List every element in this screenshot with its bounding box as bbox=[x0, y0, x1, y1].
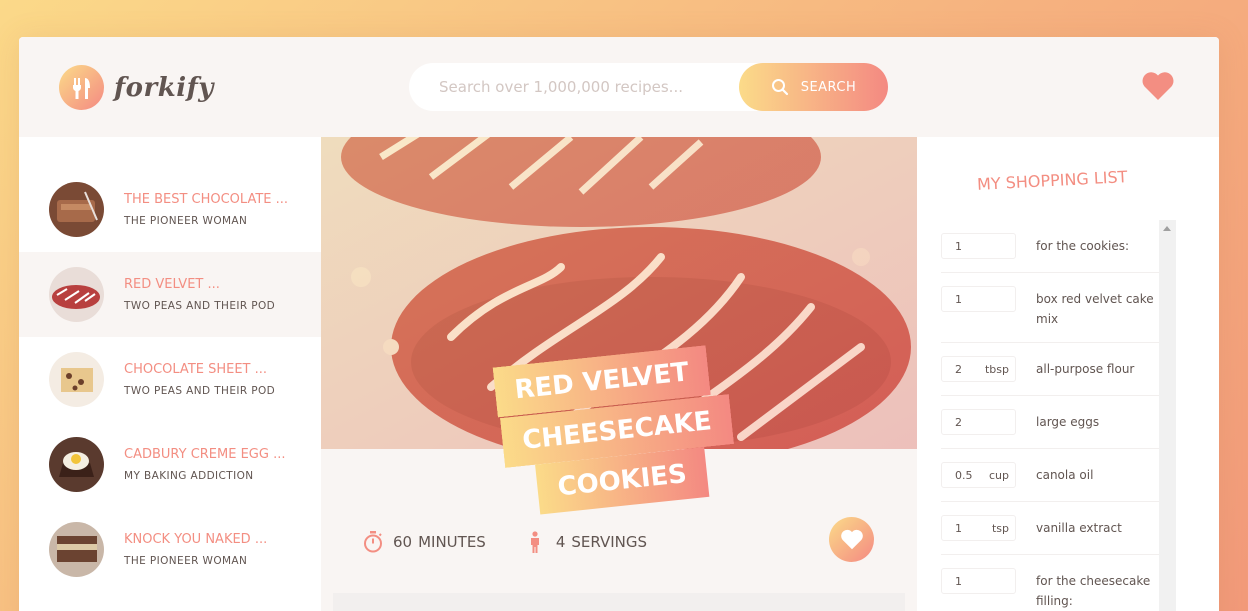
shopping-panel: MY SHOPPING LIST 1 for the cookies: 1 bo… bbox=[917, 137, 1219, 611]
shopping-unit: cup bbox=[988, 468, 1009, 482]
recipe-time: 60 MINUTES bbox=[363, 531, 486, 553]
shopping-desc: for the cookies: bbox=[1036, 239, 1130, 253]
result-item[interactable]: CADBURY CREME EGG ... MY BAKING ADDICTIO… bbox=[19, 422, 321, 507]
shopping-list: 1 for the cookies: 1 box red velvet cake… bbox=[941, 220, 1159, 611]
app-name: forkify bbox=[114, 72, 214, 103]
minutes-label: MINUTES bbox=[418, 533, 486, 551]
stopwatch-icon bbox=[364, 531, 382, 553]
result-title: KNOCK YOU NAKED ... bbox=[124, 532, 268, 547]
heart-icon[interactable] bbox=[1141, 71, 1175, 105]
shopping-count-input[interactable]: 1 bbox=[941, 233, 1016, 259]
result-title: THE BEST CHOCOLATE ... bbox=[124, 192, 289, 207]
shopping-unit: tbsp bbox=[984, 362, 1009, 376]
result-thumbnail bbox=[49, 352, 104, 407]
shopping-count: 2 bbox=[955, 415, 962, 429]
shopping-item: 2 large eggs bbox=[941, 396, 1159, 449]
result-title: CADBURY CREME EGG ... bbox=[124, 447, 286, 462]
shopping-item: 2 tbsp all-purpose flour bbox=[941, 343, 1159, 396]
recipe-details: 60 MINUTES 4 SERVINGS bbox=[363, 517, 883, 567]
result-title: RED VELVET ... bbox=[124, 277, 220, 292]
shopping-desc: all-purpose flour bbox=[1036, 362, 1135, 376]
shopping-count: 1 bbox=[955, 239, 962, 253]
shopping-count-input[interactable]: 1 tsp bbox=[941, 515, 1016, 541]
result-thumbnail bbox=[49, 182, 104, 237]
recipe-like-button[interactable] bbox=[829, 517, 874, 562]
minutes-value: 60 bbox=[393, 533, 413, 551]
shopping-count-input[interactable]: 2 bbox=[941, 409, 1016, 435]
shopping-desc: large eggs bbox=[1036, 415, 1100, 429]
result-thumbnail bbox=[49, 267, 104, 322]
result-author: TWO PEAS AND THEIR POD bbox=[124, 300, 276, 312]
search-button[interactable]: SEARCH bbox=[739, 63, 888, 111]
shopping-item: 1 tsp vanilla extract bbox=[941, 502, 1159, 555]
shopping-desc: for the cheesecake filling: bbox=[1036, 574, 1151, 608]
search-input[interactable] bbox=[439, 78, 729, 96]
recipe-ingredients-section bbox=[333, 593, 905, 611]
fork-knife-icon bbox=[59, 65, 104, 110]
shopping-count: 1 bbox=[955, 292, 962, 306]
result-thumbnail bbox=[49, 522, 104, 577]
shopping-item: 1 for the cookies: bbox=[941, 220, 1159, 273]
search-button-label: SEARCH bbox=[800, 79, 857, 95]
shopping-item: 1 for the cheesecake filling: bbox=[941, 555, 1159, 611]
search-icon bbox=[771, 79, 788, 96]
result-title: CHOCOLATE SHEET ... bbox=[124, 362, 268, 377]
shopping-scrollbar[interactable] bbox=[1159, 220, 1176, 611]
shopping-count: 1 bbox=[955, 574, 962, 588]
shopping-item: 0.5 cup canola oil bbox=[941, 449, 1159, 502]
shopping-count-input[interactable]: 0.5 cup bbox=[941, 462, 1016, 488]
search-form: SEARCH bbox=[409, 63, 888, 111]
result-author: THE PIONEER WOMAN bbox=[124, 555, 248, 567]
result-item[interactable]: RED VELVET ... TWO PEAS AND THEIR POD bbox=[19, 252, 321, 337]
shopping-desc: canola oil bbox=[1036, 468, 1094, 482]
result-author: MY BAKING ADDICTION bbox=[124, 470, 254, 482]
result-item[interactable]: KNOCK YOU NAKED ... THE PIONEER WOMAN bbox=[19, 507, 321, 592]
shopping-unit: tsp bbox=[991, 521, 1009, 535]
shopping-desc: vanilla extract bbox=[1036, 521, 1122, 535]
heart-icon bbox=[840, 529, 863, 550]
scroll-up-arrow-icon[interactable] bbox=[1163, 226, 1171, 231]
shopping-item: 1 box red velvet cake mix bbox=[941, 273, 1159, 343]
recipe-servings: 4 SERVINGS bbox=[528, 531, 647, 553]
recipe-panel: RED VELVET CHEESECAKE COOKIES 60 MINUTES bbox=[321, 137, 917, 611]
results-list: THE BEST CHOCOLATE ... THE PIONEER WOMAN… bbox=[19, 137, 321, 611]
shopping-count-input[interactable]: 1 bbox=[941, 286, 1016, 312]
shopping-count: 0.5 bbox=[955, 468, 973, 482]
shopping-count: 2 bbox=[955, 362, 962, 376]
shopping-count-input[interactable]: 2 tbsp bbox=[941, 356, 1016, 382]
result-thumbnail bbox=[49, 437, 104, 492]
shopping-count-input[interactable]: 1 bbox=[941, 568, 1016, 594]
servings-value: 4 bbox=[555, 533, 566, 551]
app-container: forkify SEARCH bbox=[19, 37, 1219, 611]
shopping-title: MY SHOPPING LIST bbox=[976, 167, 1128, 194]
result-item[interactable]: CHOCOLATE SHEET ... TWO PEAS AND THEIR P… bbox=[19, 337, 321, 422]
result-item[interactable]: THE BEST CHOCOLATE ... THE PIONEER WOMAN bbox=[19, 167, 321, 252]
shopping-count: 1 bbox=[955, 521, 962, 535]
logo[interactable]: forkify bbox=[59, 65, 214, 110]
result-author: THE PIONEER WOMAN bbox=[124, 215, 248, 227]
result-author: TWO PEAS AND THEIR POD bbox=[124, 385, 276, 397]
person-icon bbox=[530, 531, 539, 553]
header: forkify SEARCH bbox=[19, 37, 1219, 137]
shopping-desc: box red velvet cake mix bbox=[1036, 292, 1154, 326]
servings-label: SERVINGS bbox=[571, 533, 648, 551]
